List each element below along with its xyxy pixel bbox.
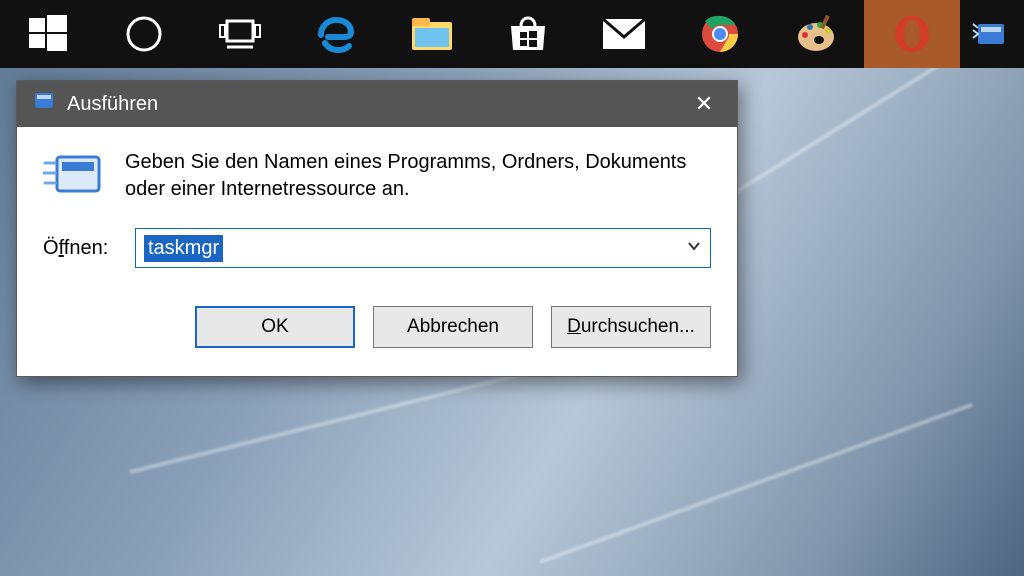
run-large-icon — [43, 149, 103, 206]
chevron-down-icon[interactable] — [686, 238, 702, 259]
taskview-icon — [218, 17, 262, 51]
opera-icon — [892, 14, 932, 54]
paint-button[interactable] — [768, 0, 864, 68]
run-taskbar-button[interactable] — [960, 0, 1020, 68]
edge-button[interactable] — [288, 0, 384, 68]
ok-button[interactable]: OK — [195, 306, 355, 348]
start-button[interactable] — [0, 0, 96, 68]
dialog-title: Ausführen — [67, 93, 158, 116]
titlebar[interactable]: Ausführen ✕ — [17, 81, 737, 127]
browse-button-label: Durchsuchen... — [567, 316, 695, 338]
mail-button[interactable] — [576, 0, 672, 68]
browse-button[interactable]: Durchsuchen... — [551, 306, 711, 348]
dialog-body: Geben Sie den Namen eines Programms, Ord… — [17, 127, 737, 306]
open-combobox[interactable]: taskmgr — [135, 228, 711, 268]
open-label: Öffnen: — [43, 237, 117, 260]
cortana-icon — [124, 14, 164, 54]
close-button[interactable]: ✕ — [681, 81, 727, 127]
cancel-button[interactable]: Abbrechen — [373, 306, 533, 348]
explorer-button[interactable] — [384, 0, 480, 68]
button-row: OK Abbrechen Durchsuchen... — [17, 306, 737, 376]
mail-icon — [601, 17, 647, 51]
store-icon — [507, 14, 549, 54]
taskview-button[interactable] — [192, 0, 288, 68]
chrome-icon — [700, 14, 740, 54]
wallpaper-streak — [539, 403, 973, 564]
run-dialog-icon — [31, 91, 55, 117]
paint-icon — [795, 13, 837, 55]
run-icon — [972, 20, 1008, 48]
edge-icon — [315, 13, 357, 55]
open-input-value[interactable]: taskmgr — [144, 235, 223, 262]
opera-button[interactable] — [864, 0, 960, 68]
start-icon — [29, 15, 67, 53]
chrome-button[interactable] — [672, 0, 768, 68]
cancel-button-label: Abbrechen — [407, 316, 499, 338]
run-dialog: Ausführen ✕ Geben Sie den Namen eines Pr… — [16, 80, 738, 377]
taskbar — [0, 0, 1024, 68]
cortana-button[interactable] — [96, 0, 192, 68]
wallpaper-streak — [130, 368, 538, 473]
dialog-description: Geben Sie den Namen eines Programms, Ord… — [125, 149, 711, 203]
ok-button-label: OK — [261, 316, 288, 338]
store-button[interactable] — [480, 0, 576, 68]
explorer-icon — [410, 16, 454, 52]
